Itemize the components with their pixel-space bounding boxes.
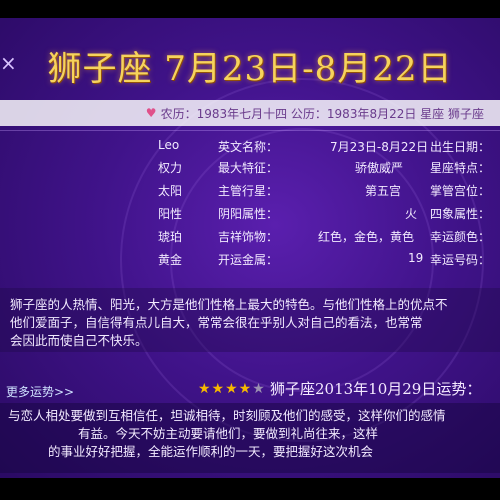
attr-value: 19 xyxy=(408,251,424,265)
attr-value: 骄傲威严 xyxy=(355,161,404,175)
attr-value: 火 xyxy=(405,207,418,221)
attr-label: 英文名称： xyxy=(218,140,279,154)
attr-label: 幸运颜色： xyxy=(430,230,491,244)
more-fortune-link[interactable]: 更多运势>> xyxy=(6,383,74,400)
description-line: 狮子座的人热情、阳光，大方是他们性格上最大的特色。与他们性格上的优点不 xyxy=(10,297,448,312)
attr-label: 掌管宫位： xyxy=(430,184,491,198)
fortune-text: 与恋人相处要做到互相信任，坦诚相待，时刻顾及他们的感受，这样你们的感情 有益。今… xyxy=(0,403,500,473)
sign-description: 狮子座的人热情、阳光，大方是他们性格上最大的特色。与他们性格上的优点不 他们爱面… xyxy=(0,288,500,352)
attr-value: 琥珀 xyxy=(158,230,183,244)
date-info-bar: ♥ 农历：1983年七月十四 公历：1983年8月22日 星座 狮子座 xyxy=(0,100,500,126)
attr-value: 红色，金色，黄色 xyxy=(318,230,415,244)
fortune-line: 与恋人相处要做到互相信任，坦诚相待，时刻顾及他们的感受，这样你们的感情 xyxy=(8,408,446,423)
fortune-line: 的事业好好把握，全能运作顺利的一天，要把握好这次机会 xyxy=(48,444,374,459)
rating-empty-star: ★ xyxy=(252,381,266,397)
attr-value: Leo xyxy=(158,138,180,152)
attr-label: 四象属性： xyxy=(430,207,491,221)
page-title: 狮子座 7月23日-8月22日 xyxy=(47,48,453,89)
attr-label: 最大特征： xyxy=(218,161,279,175)
heart-icon: ♥ xyxy=(145,106,157,120)
attr-label: 主管行星： xyxy=(218,184,279,198)
attr-label: 阴阳属性： xyxy=(218,207,279,221)
attr-value: 阳性 xyxy=(158,207,183,221)
description-line: 会因此而使自己不快乐。 xyxy=(10,333,148,348)
attr-label: 吉祥饰物： xyxy=(218,230,279,244)
rating-stars: ★★★★ xyxy=(198,381,253,397)
attr-value: 第五宫 xyxy=(365,184,402,198)
fortune-rating: ★★★★★ xyxy=(198,381,266,397)
description-line: 他们爱面子，自信得有点儿自大，常常会很在乎别人对自己的看法，也常常 xyxy=(10,315,423,330)
fortune-title: 狮子座2013年10月29日运势： xyxy=(270,380,482,398)
app-screen: × 狮子座 7月23日-8月22日 ♥ 农历：1983年七月十四 公历：1983… xyxy=(0,18,500,478)
date-info-text: 农历：1983年七月十四 公历：1983年8月22日 星座 狮子座 xyxy=(160,106,484,121)
attr-label: 开运金属： xyxy=(218,253,279,267)
attr-value: 权力 xyxy=(158,161,183,175)
attribute-table: 英文名称： Leo 出生日期： 7月23日-8月22日 最大特征： 权力 星座特… xyxy=(0,136,500,288)
title-bar: 狮子座 7月23日-8月22日 xyxy=(0,30,500,100)
attr-value: 黄金 xyxy=(158,253,183,267)
attr-value: 7月23日-8月22日 xyxy=(330,140,429,154)
divider xyxy=(0,130,500,131)
attr-label: 出生日期： xyxy=(430,140,491,154)
fortune-line: 有益。今天不妨主动要请他们，要做到礼尚往来，这样 xyxy=(78,426,379,441)
attr-label: 幸运号码： xyxy=(430,253,491,267)
attr-value: 太阳 xyxy=(158,184,183,198)
attr-label: 星座特点： xyxy=(430,161,491,175)
